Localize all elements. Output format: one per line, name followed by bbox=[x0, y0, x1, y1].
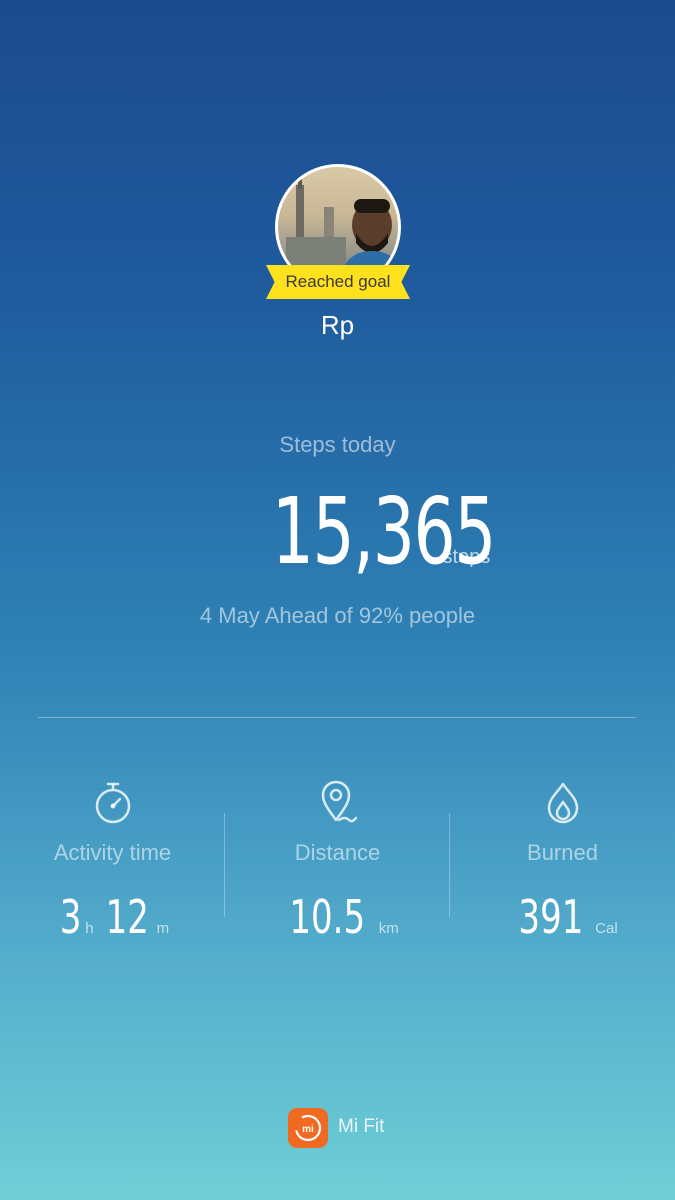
steps-value: 15,365 bbox=[271, 478, 496, 585]
stat-activity-time[interactable]: Activity time 3h 12 m bbox=[0, 780, 225, 950]
stat-distance[interactable]: Distance 10.5 km bbox=[225, 780, 450, 950]
logo-text: mi bbox=[302, 1124, 314, 1135]
reached-goal-badge: Reached goal bbox=[266, 265, 410, 299]
activity-time-value: 3h 12 m bbox=[0, 890, 225, 944]
stopwatch-icon bbox=[95, 782, 131, 824]
app-name: Mi Fit bbox=[338, 1116, 385, 1137]
steps-count-row[interactable]: 15,365steps bbox=[0, 478, 675, 585]
stat-burned[interactable]: Burned 391 Cal bbox=[450, 780, 675, 950]
badge-label: Reached goal bbox=[285, 272, 391, 291]
activity-hours-unit: h bbox=[85, 920, 94, 937]
distance-unit: km bbox=[378, 920, 399, 937]
burned-label: Burned bbox=[527, 840, 598, 865]
activity-minutes-unit: m bbox=[156, 920, 170, 937]
burned-value-row: 391 Cal bbox=[450, 890, 675, 944]
ranking-text: 4 May Ahead of 92% people bbox=[199, 603, 476, 628]
mi-fit-logo-icon: mi bbox=[288, 1108, 328, 1148]
user-name: Rp bbox=[320, 310, 355, 340]
flame-icon bbox=[547, 782, 579, 824]
activity-hours: 3 bbox=[59, 890, 82, 944]
location-pin-icon bbox=[321, 780, 357, 823]
mi-fit-logo-mark: mi bbox=[294, 1114, 322, 1142]
steps-label: Steps today bbox=[279, 432, 396, 457]
app-footer: mi Mi Fit bbox=[0, 1108, 675, 1148]
activity-minutes: 12 bbox=[105, 890, 149, 944]
distance-value-row: 10.5 km bbox=[225, 890, 450, 944]
divider bbox=[38, 717, 636, 718]
burned-value: 391 bbox=[518, 890, 584, 944]
burned-unit: Cal bbox=[595, 920, 618, 937]
distance-label: Distance bbox=[294, 840, 381, 865]
activity-time-label: Activity time bbox=[53, 840, 172, 865]
distance-value: 10.5 bbox=[289, 890, 366, 944]
